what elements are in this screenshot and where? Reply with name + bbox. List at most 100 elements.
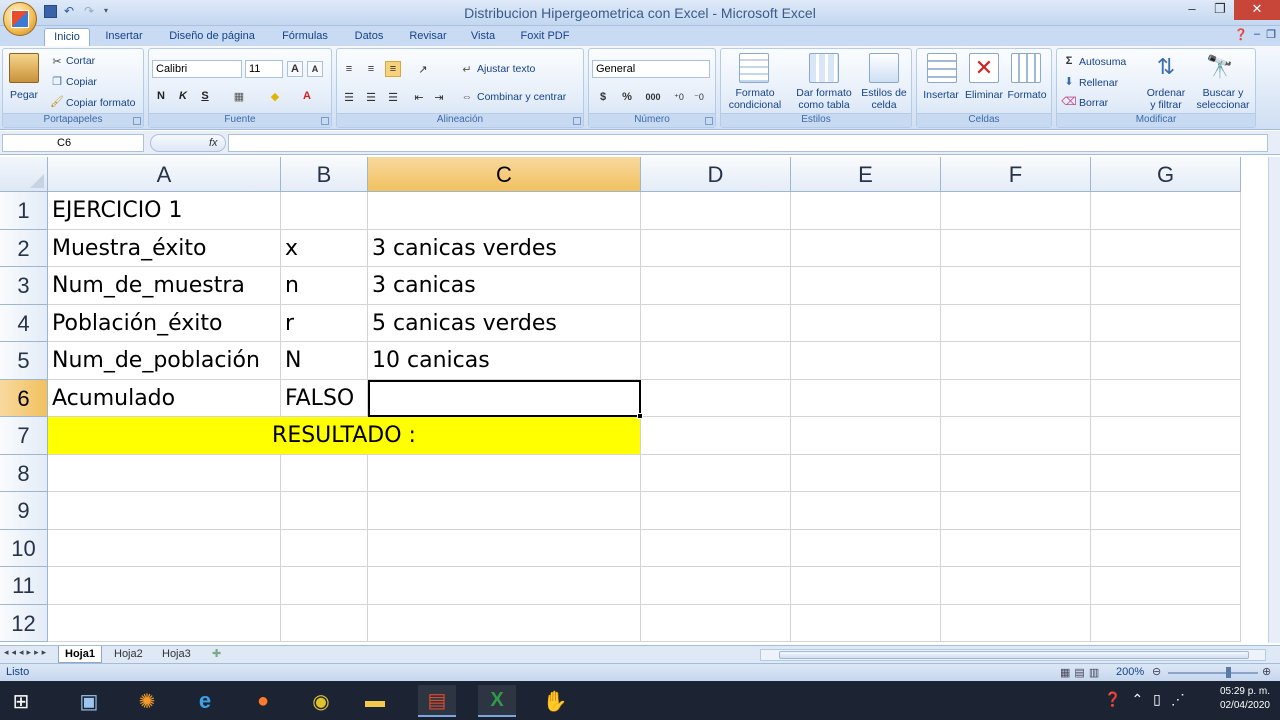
align-right-icon[interactable]: ☰ xyxy=(385,89,401,105)
align-center-icon[interactable]: ☰ xyxy=(363,89,379,105)
cell-d6[interactable] xyxy=(641,379,791,417)
cell-b5[interactable]: N xyxy=(281,342,368,380)
cell-e3[interactable] xyxy=(791,267,941,305)
zoom-in-icon[interactable]: ⊕ xyxy=(1262,665,1271,678)
insert-function-icon[interactable]: fx xyxy=(150,134,226,152)
hand-app-icon[interactable]: ✋ xyxy=(536,685,574,717)
cell-f3[interactable] xyxy=(941,267,1091,305)
paste-button[interactable]: Pegar xyxy=(7,89,41,101)
cell-c9[interactable] xyxy=(368,492,641,530)
font-name-select[interactable]: Calibri xyxy=(152,60,242,78)
row-header-11[interactable]: 11 xyxy=(0,567,48,605)
cell-d3[interactable] xyxy=(641,267,791,305)
cell-e7[interactable] xyxy=(791,417,941,455)
formula-input[interactable] xyxy=(228,134,1268,152)
cell-c11[interactable] xyxy=(368,567,641,605)
shrink-font-icon[interactable]: A xyxy=(307,61,323,77)
page-layout-view-icon[interactable]: ▤ xyxy=(1074,666,1084,679)
cell-f4[interactable] xyxy=(941,304,1091,342)
cell-e9[interactable] xyxy=(791,492,941,530)
conditional-format-button[interactable]: Formato condicional xyxy=(723,87,787,111)
cell-f12[interactable] xyxy=(941,604,1091,642)
cell-a7[interactable]: RESULTADO : xyxy=(48,417,641,455)
grow-font-icon[interactable]: A xyxy=(287,61,303,77)
cell-b4[interactable]: r xyxy=(281,304,368,342)
tab-datos[interactable]: Datos xyxy=(348,28,390,46)
dialog-launcher-icon[interactable] xyxy=(573,117,581,125)
cell-a6[interactable]: Acumulado xyxy=(48,379,281,417)
insert-sheet-icon[interactable]: ✚ xyxy=(206,646,227,663)
cell-b3[interactable]: n xyxy=(281,267,368,305)
borders-icon[interactable]: ▦ xyxy=(231,88,247,104)
cell-e10[interactable] xyxy=(791,529,941,567)
cell-d7[interactable] xyxy=(641,417,791,455)
cell-f5[interactable] xyxy=(941,342,1091,380)
copy-button[interactable]: Copiar xyxy=(66,76,97,88)
cell-a9[interactable] xyxy=(48,492,281,530)
firefox-icon[interactable]: ● xyxy=(244,685,282,717)
font-color-icon[interactable]: A xyxy=(299,88,315,104)
cell-f10[interactable] xyxy=(941,529,1091,567)
excel-icon[interactable]: X xyxy=(478,685,516,717)
row-header-4[interactable]: 4 xyxy=(0,304,48,342)
clear-button[interactable]: Borrar xyxy=(1079,97,1108,109)
cell-c4[interactable]: 5 canicas verdes xyxy=(368,304,641,342)
internet-explorer-icon[interactable]: e xyxy=(186,685,224,717)
row-header-9[interactable]: 9 xyxy=(0,492,48,530)
cell-g5[interactable] xyxy=(1091,342,1241,380)
zoom-slider-thumb[interactable] xyxy=(1226,667,1231,678)
cell-e11[interactable] xyxy=(791,567,941,605)
bold-icon[interactable]: N xyxy=(153,88,169,104)
cell-d5[interactable] xyxy=(641,342,791,380)
column-header-g[interactable]: G xyxy=(1091,157,1241,192)
wrap-text-button[interactable]: Ajustar texto xyxy=(477,63,535,75)
cell-a11[interactable] xyxy=(48,567,281,605)
cell-e1[interactable] xyxy=(791,192,941,230)
cell-b8[interactable] xyxy=(281,454,368,492)
align-bottom-icon[interactable]: ≡ xyxy=(385,61,401,77)
file-explorer-icon[interactable]: ▬ xyxy=(356,685,394,717)
battery-icon[interactable]: ▯ xyxy=(1153,691,1161,708)
cell-e5[interactable] xyxy=(791,342,941,380)
increase-indent-icon[interactable]: ⇥ xyxy=(431,89,447,105)
cell-b10[interactable] xyxy=(281,529,368,567)
delete-cells-button[interactable]: Eliminar xyxy=(961,89,1007,101)
underline-icon[interactable]: S xyxy=(197,88,213,104)
cell-g8[interactable] xyxy=(1091,454,1241,492)
format-as-table-button[interactable]: Dar formato como tabla xyxy=(791,87,857,111)
cell-f7[interactable] xyxy=(941,417,1091,455)
row-header-1[interactable]: 1 xyxy=(0,192,48,230)
help-tray-icon[interactable]: ❓ xyxy=(1104,691,1121,708)
increase-decimal-icon[interactable]: ⁺0 xyxy=(671,89,687,105)
cell-d10[interactable] xyxy=(641,529,791,567)
dialog-launcher-icon[interactable] xyxy=(321,117,329,125)
app-icon[interactable]: ✺ xyxy=(128,685,166,717)
cell-g7[interactable] xyxy=(1091,417,1241,455)
column-header-a[interactable]: A xyxy=(48,157,281,192)
cell-e12[interactable] xyxy=(791,604,941,642)
column-header-f[interactable]: F xyxy=(941,157,1091,192)
office-button[interactable] xyxy=(3,2,37,36)
cell-b6[interactable]: FALSO xyxy=(281,379,368,417)
cell-f8[interactable] xyxy=(941,454,1091,492)
number-format-select[interactable]: General xyxy=(592,60,710,78)
column-header-d[interactable]: D xyxy=(641,157,791,192)
normal-view-icon[interactable]: ▦ xyxy=(1060,666,1070,679)
cut-button[interactable]: Cortar xyxy=(66,55,95,67)
chrome-icon[interactable]: ◉ xyxy=(302,685,340,717)
cell-c1[interactable] xyxy=(368,192,641,230)
row-header-8[interactable]: 8 xyxy=(0,454,48,492)
cell-g12[interactable] xyxy=(1091,604,1241,642)
cell-d8[interactable] xyxy=(641,454,791,492)
ribbon-restore-icon[interactable]: ❐ xyxy=(1266,28,1276,41)
insert-cells-button[interactable]: Insertar xyxy=(919,89,963,101)
dialog-launcher-icon[interactable] xyxy=(705,117,713,125)
cell-g2[interactable] xyxy=(1091,229,1241,267)
cell-g4[interactable] xyxy=(1091,304,1241,342)
tab-revisar[interactable]: Revisar xyxy=(404,28,452,46)
vertical-scrollbar[interactable] xyxy=(1268,157,1280,643)
cell-c10[interactable] xyxy=(368,529,641,567)
cell-g9[interactable] xyxy=(1091,492,1241,530)
cell-d4[interactable] xyxy=(641,304,791,342)
cell-a4[interactable]: Población_éxito xyxy=(48,304,281,342)
